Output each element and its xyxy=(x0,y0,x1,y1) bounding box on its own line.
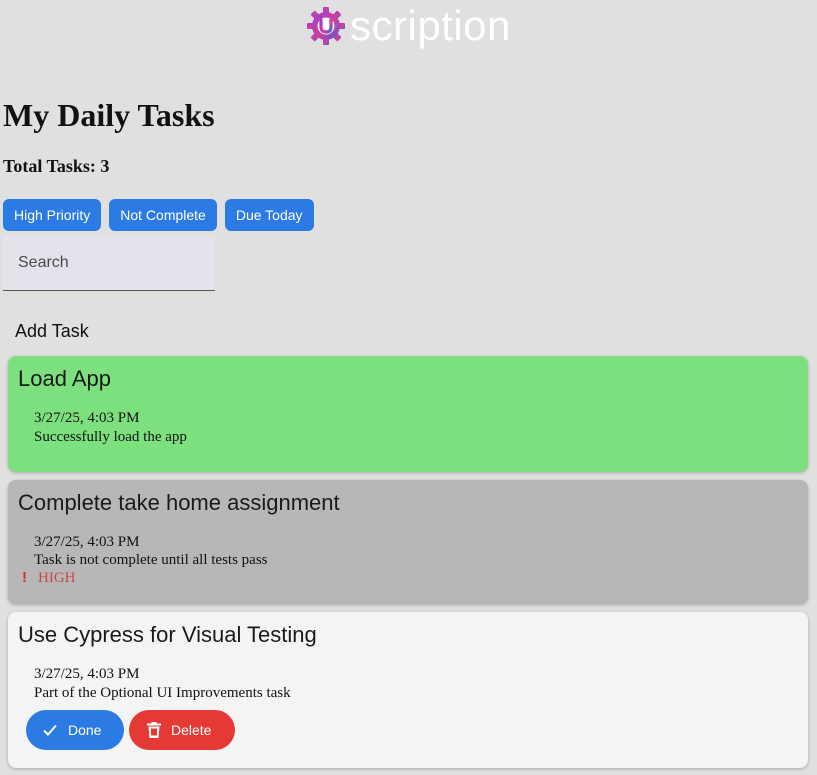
filter-due-today-button[interactable]: Due Today xyxy=(224,199,314,231)
filter-bar: High Priority Not Complete Due Today xyxy=(3,199,314,231)
task-card[interactable]: Complete take home assignment 3/27/25, 4… xyxy=(8,480,808,604)
task-description: Task is not complete until all tests pas… xyxy=(34,552,268,568)
task-date: 3/27/25, 4:03 PM xyxy=(34,666,140,682)
search-input[interactable] xyxy=(3,236,215,290)
priority-label: HIGH xyxy=(38,570,76,586)
filter-high-priority-button[interactable]: High Priority xyxy=(3,199,102,231)
search-field xyxy=(3,236,215,291)
logo-gear-icon xyxy=(307,7,345,45)
task-actions: Done Delete xyxy=(26,710,235,750)
task-title: Use Cypress for Visual Testing xyxy=(18,622,317,647)
done-button[interactable]: Done xyxy=(26,710,124,750)
task-date: 3/27/25, 4:03 PM xyxy=(34,534,140,550)
page-title: My Daily Tasks xyxy=(3,97,215,133)
app-logo: scription xyxy=(306,4,511,48)
filter-not-complete-button[interactable]: Not Complete xyxy=(109,199,217,231)
logo-text: scription xyxy=(350,2,511,49)
task-description: Successfully load the app xyxy=(34,429,187,445)
task-title: Complete take home assignment xyxy=(18,490,340,515)
delete-button[interactable]: Delete xyxy=(129,710,235,750)
task-priority: ! HIGH xyxy=(22,569,76,587)
check-icon xyxy=(43,724,57,736)
task-title: Load App xyxy=(18,366,111,391)
task-card[interactable]: Use Cypress for Visual Testing 3/27/25, … xyxy=(8,612,808,768)
total-tasks-count: Total Tasks: 3 xyxy=(3,156,110,176)
delete-label: Delete xyxy=(171,722,212,738)
task-description: Part of the Optional UI Improvements tas… xyxy=(34,685,291,701)
task-date: 3/27/25, 4:03 PM xyxy=(34,410,140,426)
task-card[interactable]: Load App 3/27/25, 4:03 PM Successfully l… xyxy=(8,356,808,472)
add-task-button[interactable]: Add Task xyxy=(15,320,89,342)
trash-icon xyxy=(147,722,161,738)
done-label: Done xyxy=(68,722,102,738)
exclamation-icon: ! xyxy=(22,569,27,586)
